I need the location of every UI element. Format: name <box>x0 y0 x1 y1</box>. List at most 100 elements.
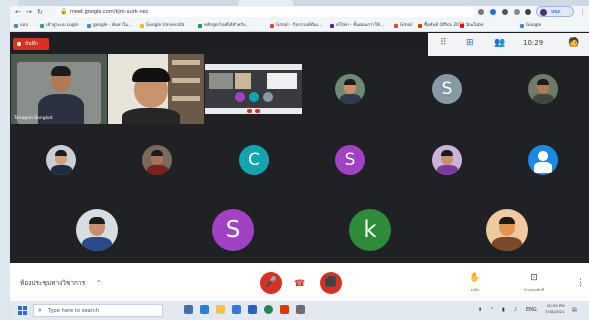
avatar-hair <box>344 79 356 85</box>
bookmark-favicon-icon <box>140 24 144 28</box>
tray-chevron-icon[interactable]: ⌃ <box>490 306 494 315</box>
person-head <box>538 151 548 161</box>
url-text: meet.google.com/kjm-ourk-nec <box>70 9 149 15</box>
notification-icon[interactable]: ▤ <box>572 306 577 315</box>
store-icon[interactable] <box>232 305 241 314</box>
tray-person-icon[interactable]: ⬆ <box>478 306 482 315</box>
taskbar-search-placeholder: Type here to search <box>48 308 99 314</box>
avatar-hair <box>537 79 549 85</box>
volume-icon[interactable]: ♪ <box>514 306 517 315</box>
participant-letter-avatar[interactable]: C <box>239 145 269 175</box>
bookmark-item[interactable]: แอป <box>20 22 28 30</box>
bookmark-favicon-icon <box>460 24 464 28</box>
file-explorer-icon[interactable] <box>216 305 225 314</box>
meet-top-right-panel <box>428 33 589 56</box>
meeting-details-chevron-icon[interactable]: ⌃ <box>96 278 101 288</box>
participant-photo-avatar[interactable] <box>486 209 528 251</box>
bookmark-item[interactable]: Google <box>526 22 541 30</box>
participant-letter-avatar[interactable]: S <box>335 145 365 175</box>
bookmark-item[interactable]: eTrain - ขั้นตอนการใช้... <box>336 22 384 30</box>
powerpoint-icon[interactable] <box>280 305 289 314</box>
word-icon[interactable] <box>248 305 257 314</box>
participant-person-icon[interactable] <box>528 145 558 175</box>
mic-off-button[interactable]: 🎤 <box>260 272 282 294</box>
browser-menu-icon[interactable]: ⋮ <box>579 7 586 17</box>
system-date: 7/18/2021 <box>545 309 565 314</box>
avatar-hair <box>55 150 67 156</box>
bookmark-item[interactable]: YouTube <box>466 22 483 30</box>
record-dot-icon <box>17 42 21 46</box>
tile-layout-icon[interactable]: ⠿ <box>440 38 447 48</box>
shared-thumb <box>209 73 233 89</box>
bookmark-favicon-icon <box>87 24 91 28</box>
featured-video-tile-1[interactable]: Tanapon Songkot <box>11 54 107 124</box>
bookmark-favicon-icon <box>40 24 44 28</box>
participant-letter-avatar[interactable]: k <box>349 209 391 251</box>
reload-icon[interactable]: ↻ <box>37 7 43 17</box>
puzzle-icon[interactable] <box>514 9 520 15</box>
present-now-label: นำเสนอทันที <box>524 288 544 292</box>
screen-share-tile[interactable] <box>205 64 302 114</box>
more-options-icon[interactable]: ⋮ <box>576 278 585 288</box>
lock-icon: 🔒 <box>60 8 68 15</box>
profile-button[interactable]: หยุดชั่วคราว <box>536 6 574 25</box>
featured-participant-name: Tanapon Songkot <box>14 116 53 121</box>
shared-avatar <box>263 92 273 102</box>
self-avatar[interactable]: 🧑 <box>568 38 579 48</box>
camera-off-button[interactable]: ⬛ <box>320 272 342 294</box>
participant-photo-avatar[interactable] <box>335 74 365 104</box>
bookmark-favicon-icon <box>394 24 398 28</box>
taskbar-search-box[interactable]: Type here to search <box>33 304 163 317</box>
featured-video-tile-2[interactable] <box>108 54 204 124</box>
grid-view-icon[interactable]: ⊞ <box>466 38 474 48</box>
shared-avatar <box>235 92 245 102</box>
present-now-icon[interactable]: ⊡ <box>514 273 554 283</box>
avatar-hair <box>151 150 163 156</box>
bookmark-item[interactable]: Gmail <box>400 22 413 30</box>
participant-photo-avatar[interactable] <box>432 145 462 175</box>
bookmark-favicon-icon <box>330 24 334 28</box>
bookmark-item[interactable]: Google Università <box>146 22 184 30</box>
star-icon[interactable] <box>478 9 484 15</box>
bookmark-item[interactable]: เข้าสู่ระบบ Login <box>46 22 78 30</box>
shared-controls <box>205 108 302 114</box>
search-icon: ⌕ <box>38 306 42 314</box>
shelf-row <box>172 96 200 101</box>
menu-icon[interactable] <box>525 9 531 15</box>
participant-photo-avatar[interactable] <box>528 74 558 104</box>
taskbar-app-icon[interactable] <box>296 305 305 314</box>
recording-badge: บันทึก <box>13 38 49 50</box>
avatar-body <box>82 237 112 251</box>
avatar-hair <box>441 150 453 156</box>
participant-letter-avatar[interactable]: S <box>212 209 254 251</box>
meet-extension-icon[interactable] <box>490 9 496 15</box>
back-icon[interactable]: ← <box>15 7 21 17</box>
task-view-icon[interactable] <box>184 305 193 314</box>
bookmark-favicon-icon <box>14 24 18 28</box>
people-icon[interactable]: 👥 <box>494 38 505 48</box>
windows-start-icon[interactable] <box>18 306 27 315</box>
participant-photo-avatar[interactable] <box>142 145 172 175</box>
network-icon[interactable]: ▮ <box>502 306 505 315</box>
hang-up-button[interactable]: ☎ <box>294 279 305 289</box>
extension-icon[interactable] <box>502 9 508 15</box>
chrome-icon[interactable] <box>264 305 273 314</box>
participant-photo-avatar[interactable] <box>46 145 76 175</box>
raise-hand-icon[interactable]: ✋ <box>455 273 495 283</box>
edge-icon[interactable] <box>200 305 209 314</box>
meeting-name[interactable]: ห้องประชุมทางวิชาการ <box>20 278 85 288</box>
language-icon[interactable]: ENG <box>526 306 537 315</box>
avatar-body <box>339 94 361 104</box>
bookmark-item[interactable]: Gmail - กิจกรรมที่ต้อง... <box>276 22 322 30</box>
avatar-body <box>492 237 522 251</box>
system-clock[interactable]: 10:29 PM 7/18/2021 <box>545 303 564 315</box>
forward-icon[interactable]: → <box>26 7 32 17</box>
bookmark-favicon-icon <box>520 24 524 28</box>
profile-avatar-icon <box>540 9 547 16</box>
participant-photo-avatar[interactable] <box>76 209 118 251</box>
avatar-body <box>532 94 554 104</box>
bookmark-item[interactable]: หลักสูตรไลฟ์ได้สำหรับ... <box>204 22 250 30</box>
shared-thumb <box>235 73 251 89</box>
participant-letter-avatar[interactable]: S <box>432 74 462 104</box>
bookmark-item[interactable]: google - ค้นหาใน... <box>93 22 132 30</box>
